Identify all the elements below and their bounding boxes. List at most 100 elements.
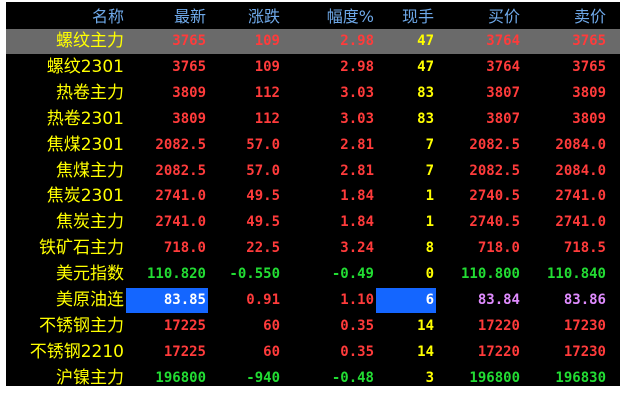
cell-volume: 14 (417, 317, 434, 334)
cell-name: 焦煤主力 (56, 160, 124, 181)
cell-last: 2082.5 (155, 136, 206, 153)
table-row[interactable]: 沪镍主力 196800 -940 -0.48 3 196800 196830 (6, 366, 620, 386)
header-volume[interactable]: 现手 (376, 4, 436, 29)
cell-name: 焦煤2301 (46, 134, 124, 155)
cell-change: -940 (246, 369, 280, 386)
cell-ask: 3809 (572, 110, 606, 127)
table-row[interactable]: 螺纹2301 3765 109 2.98 47 3764 3765 (6, 55, 620, 80)
table-row[interactable]: 热卷主力 3809 112 3.03 83 3807 3809 (6, 81, 620, 106)
cell-volume: 83 (417, 84, 434, 101)
cell-bid: 2740.5 (469, 214, 520, 231)
cell-name: 不锈钢2210 (29, 341, 124, 362)
cell-volume: 83 (417, 110, 434, 127)
cell-bid: 3807 (486, 84, 520, 101)
cell-last: 83.85 (126, 288, 208, 313)
table-row[interactable]: 不锈钢2210 17225 60 0.35 14 17220 17230 (6, 340, 620, 365)
cell-pct: 1.84 (340, 214, 374, 231)
cell-volume: 14 (417, 343, 434, 360)
cell-name: 热卷主力 (56, 82, 124, 103)
cell-last: 17225 (163, 343, 206, 360)
cell-pct: 3.24 (340, 240, 374, 257)
cell-name: 沪镍主力 (56, 367, 124, 386)
header-ask[interactable]: 卖价 (522, 4, 606, 29)
cell-volume: 6 (376, 288, 436, 313)
cell-bid: 718.0 (477, 240, 520, 257)
cell-last: 3809 (172, 110, 206, 127)
cell-change: 109 (254, 58, 280, 75)
cell-pct: -0.49 (331, 266, 374, 283)
cell-volume: 7 (425, 136, 434, 153)
cell-name: 美原油连 (56, 290, 124, 310)
table-row[interactable]: 焦炭主力 2741.0 49.5 1.84 1 2740.5 2741.0 (6, 210, 620, 235)
cell-pct: 2.81 (340, 162, 374, 179)
cell-ask: 718.5 (563, 240, 606, 257)
cell-pct: 0.35 (340, 317, 374, 334)
cell-ask: 3765 (572, 33, 606, 49)
cell-last: 2741.0 (155, 188, 206, 205)
cell-change: 112 (254, 110, 280, 127)
cell-ask: 3809 (572, 84, 606, 101)
cell-volume: 47 (417, 33, 434, 49)
cell-change: 57.0 (246, 162, 280, 179)
table-row[interactable]: 螺纹主力 3765 109 2.98 47 3764 3765 (6, 29, 620, 54)
cell-ask: 17230 (563, 343, 606, 360)
cell-pct: 0.35 (340, 343, 374, 360)
header-pct[interactable]: 幅度% (282, 4, 374, 29)
cell-pct: -0.48 (331, 369, 374, 386)
cell-ask: 2084.0 (555, 136, 606, 153)
cell-pct: 3.03 (340, 110, 374, 127)
cell-last: 3765 (172, 33, 206, 49)
cell-last: 110.820 (146, 266, 206, 283)
table-row[interactable]: 焦煤2301 2082.5 57.0 2.81 7 2082.5 2084.0 (6, 133, 620, 158)
cell-last: 17225 (163, 317, 206, 334)
cell-bid: 2740.5 (469, 188, 520, 205)
cell-volume: 1 (425, 188, 434, 205)
cell-bid: 3764 (486, 33, 520, 49)
table-row[interactable]: 不锈钢主力 17225 60 0.35 14 17220 17230 (6, 314, 620, 339)
header-change[interactable]: 涨跌 (210, 4, 280, 29)
cell-pct: 3.03 (340, 84, 374, 101)
table-row[interactable]: 美元指数 110.820 -0.550 -0.49 0 110.800 110.840 (6, 262, 620, 287)
table-row[interactable]: 热卷2301 3809 112 3.03 83 3807 3809 (6, 107, 620, 132)
cell-change: 49.5 (246, 214, 280, 231)
cell-pct: 2.98 (340, 33, 374, 49)
cell-change: 60 (263, 317, 280, 334)
cell-last: 3809 (172, 84, 206, 101)
cell-bid: 3764 (486, 58, 520, 75)
cell-change: 22.5 (246, 240, 280, 257)
cell-name: 美元指数 (56, 264, 124, 285)
cell-ask: 196830 (555, 369, 606, 386)
cell-pct: 2.98 (340, 58, 374, 75)
cell-ask: 110.840 (546, 266, 606, 283)
table-row[interactable]: 焦煤主力 2082.5 57.0 2.81 7 2082.5 2084.0 (6, 159, 620, 184)
cell-bid: 196800 (469, 369, 520, 386)
cell-pct: 1.10 (340, 292, 374, 308)
cell-volume: 0 (425, 266, 434, 283)
cell-pct: 2.81 (340, 136, 374, 153)
quote-board: 名称 最新 涨跌 幅度% 现手 买价 卖价 螺纹主力 3765 109 2.98 47 3… (6, 2, 620, 386)
cell-ask: 3765 (572, 58, 606, 75)
cell-last: 2082.5 (155, 162, 206, 179)
cell-change: 0.91 (246, 292, 280, 308)
cell-ask: 83.86 (563, 292, 606, 308)
cell-bid: 17220 (477, 317, 520, 334)
cell-bid: 2082.5 (469, 162, 520, 179)
table-row[interactable]: 美原油连 83.85 0.91 1.10 6 83.84 83.86 (6, 288, 620, 313)
cell-last: 2741.0 (155, 214, 206, 231)
cell-name: 焦炭2301 (46, 186, 124, 207)
cell-name: 焦炭主力 (56, 212, 124, 233)
table-row[interactable]: 铁矿石主力 718.0 22.5 3.24 8 718.0 718.5 (6, 236, 620, 261)
cell-last: 3765 (172, 58, 206, 75)
cell-bid: 3807 (486, 110, 520, 127)
cell-volume: 3 (425, 369, 434, 386)
cell-volume: 47 (417, 58, 434, 75)
cell-last: 196800 (155, 369, 206, 386)
header-bid[interactable]: 买价 (438, 4, 520, 29)
cell-ask: 2741.0 (555, 214, 606, 231)
table-row[interactable]: 焦炭2301 2741.0 49.5 1.84 1 2740.5 2741.0 (6, 184, 620, 209)
cell-change: -0.550 (229, 266, 280, 283)
header-last[interactable]: 最新 (126, 4, 208, 29)
cell-volume: 1 (425, 214, 434, 231)
header-name[interactable]: 名称 (6, 4, 124, 29)
cell-name: 铁矿石主力 (39, 238, 124, 259)
